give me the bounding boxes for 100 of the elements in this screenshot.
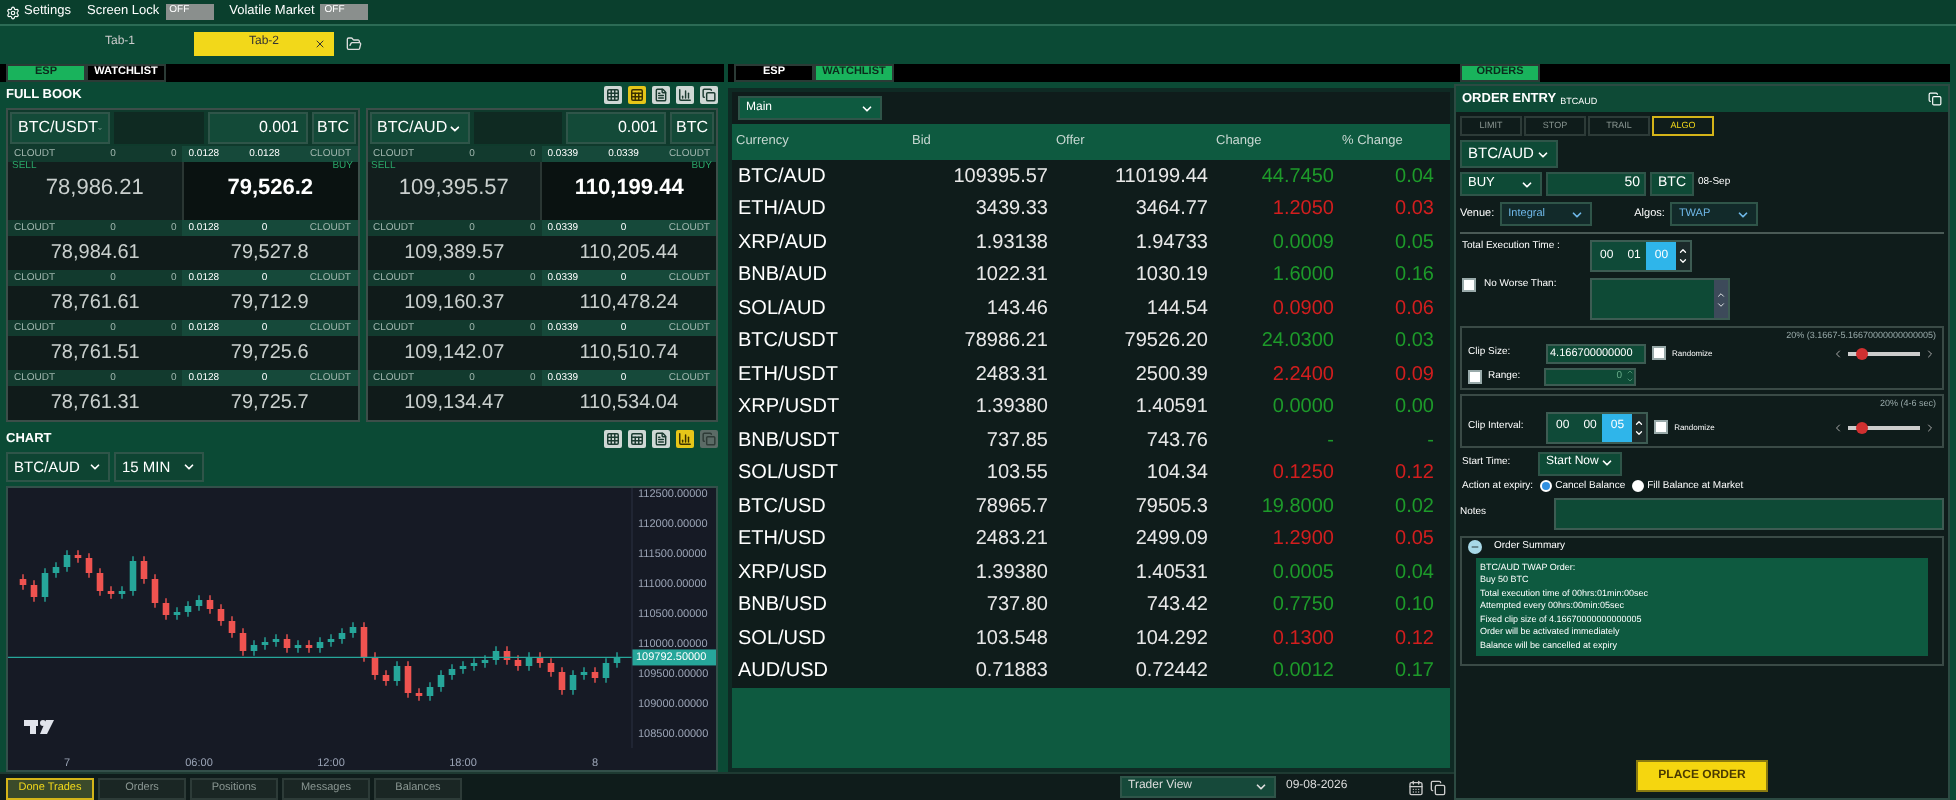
table-cell-text: 103.55 (984, 460, 1050, 489)
watchlist-row[interactable]: SOL/USDT 103.55 104.34 0.1250 0.12 (732, 457, 1450, 490)
table-icon[interactable] (628, 430, 646, 448)
document-icon[interactable] (652, 86, 670, 104)
sell-price[interactable]: 109,134.47 (367, 388, 542, 418)
candlestick (448, 663, 456, 681)
buy-price[interactable]: 110,205.44 (541, 238, 716, 268)
watchlist-row[interactable]: XRP/USDT 1.39380 1.40591 0.0000 0.00 (732, 391, 1450, 424)
sell-price[interactable]: 78,761.31 (8, 388, 183, 418)
radio-button[interactable] (1631, 480, 1644, 493)
folder-icon[interactable] (346, 35, 362, 51)
candlestick (294, 639, 302, 654)
candlestick (426, 681, 434, 702)
table-cell-text: 2483.21 (973, 526, 1050, 555)
document-icon[interactable] (652, 430, 670, 448)
candlestick (118, 585, 126, 600)
watchlist-row[interactable]: SOL/USD 103.548 104.292 0.1300 0.12 (732, 622, 1450, 655)
buy-price[interactable]: 110,534.04 (541, 388, 716, 418)
watchlist-row[interactable]: XRP/AUD 1.93138 1.94733 0.0009 0.05 (732, 226, 1450, 259)
table-cell-text: 0.04 (1393, 559, 1436, 588)
price-field[interactable] (1590, 278, 1730, 320)
checkbox[interactable] (1654, 420, 1669, 434)
table-cell-text: BNB/AUD (736, 262, 829, 291)
watchlist-row[interactable]: AUD/USD 0.71883 0.72442 0.0012 0.17 (732, 655, 1450, 688)
watchlist-row[interactable]: ETH/USDT 2483.31 2500.39 2.2400 0.09 (732, 358, 1450, 391)
watchlist-row[interactable]: BTC/USD 78965.7 79505.3 19.8000 0.02 (732, 490, 1450, 523)
slider-thumb[interactable] (1856, 421, 1869, 433)
table-cell-text: XRP/USDT (736, 394, 842, 423)
sell-price[interactable]: 78,761.51 (8, 338, 183, 368)
slider-thumb[interactable] (1856, 347, 1869, 360)
candlestick (107, 585, 115, 600)
decrease-icon[interactable] (1832, 347, 1844, 360)
checkbox[interactable] (1462, 278, 1476, 292)
candlestick (415, 687, 423, 702)
table-cell-text: AUD/USD (736, 658, 831, 687)
buy-price[interactable]: 79,725.7 (182, 388, 357, 418)
candlestick (492, 645, 500, 666)
buy-price[interactable]: 110,478.24 (541, 288, 716, 318)
candlestick (459, 660, 467, 675)
pair-select[interactable]: BTC/USDT (10, 112, 110, 144)
notes-field[interactable] (1554, 498, 1944, 530)
watchlist-row[interactable]: BNB/USDT 737.85 743.76 - - (732, 424, 1450, 457)
table-cell-text: 0.05 (1393, 229, 1436, 258)
table-cell-text: 0.10 (1393, 592, 1436, 621)
table-icon[interactable] (628, 86, 646, 104)
sell-price[interactable]: 109,160.37 (367, 288, 542, 318)
candlestick (261, 636, 269, 651)
candlestick (151, 573, 159, 609)
bar-chart-icon[interactable] (676, 86, 694, 104)
windows-icon[interactable] (1928, 92, 1942, 106)
table-cell-text: 1.40591 (1133, 394, 1210, 423)
watchlist-row[interactable]: BNB/AUD 1022.31 1030.19 1.6000 0.16 (732, 259, 1450, 292)
candlestick (41, 567, 49, 603)
table-cell-text: 44.7450 (1259, 163, 1336, 192)
watchlist-row[interactable]: ETH/USD 2483.21 2499.09 1.2900 0.05 (732, 523, 1450, 556)
decrease-icon[interactable] (1832, 421, 1844, 433)
quantity-field[interactable]: 0.001 (566, 112, 666, 144)
calendar-icon[interactable] (1408, 779, 1424, 795)
buy-price[interactable]: 110,510.74 (541, 338, 716, 368)
pair-select[interactable]: BTC/AUD (369, 112, 469, 144)
blank-field (473, 112, 562, 144)
table-cell-text: BNB/USDT (736, 427, 842, 456)
windows-icon[interactable] (1430, 779, 1446, 795)
sell-price[interactable]: 78,984.61 (8, 238, 183, 268)
watchlist-row[interactable]: ETH/AUD 3439.33 3464.77 1.2050 0.03 (732, 193, 1450, 226)
checkbox[interactable] (1652, 346, 1666, 361)
quantity-field[interactable]: 0.001 (207, 112, 307, 144)
bar-chart-icon[interactable] (676, 430, 694, 448)
slider-track[interactable] (1848, 351, 1920, 356)
table-cell-text: ETH/USD (736, 526, 828, 555)
candlestick (74, 549, 82, 564)
checkbox[interactable] (1468, 369, 1482, 384)
watchlist-row[interactable]: BNB/USD 737.80 743.42 0.7750 0.10 (732, 589, 1450, 622)
watchlist-row[interactable]: BTC/USDT 78986.21 79526.20 24.0300 0.03 (732, 325, 1450, 358)
grid-icon[interactable] (604, 86, 622, 104)
close-icon[interactable] (314, 37, 326, 49)
increase-icon[interactable] (1924, 347, 1936, 360)
table-cell-text: 3439.33 (973, 196, 1050, 225)
candlestick (239, 627, 247, 657)
table-cell-text: SOL/USD (736, 625, 828, 654)
table-cell-text: 144.54 (1144, 295, 1210, 324)
table-cell-text: ETH/USDT (736, 361, 840, 390)
sell-price[interactable]: 109,389.57 (367, 238, 542, 268)
watchlist-row[interactable]: XRP/USD 1.39380 1.40531 0.0005 0.04 (732, 556, 1450, 589)
sell-price[interactable]: 78,761.61 (8, 288, 183, 318)
candlestick (173, 606, 181, 621)
collapse-icon[interactable] (1468, 540, 1482, 555)
candlestick (525, 651, 533, 672)
buy-price[interactable]: 79,527.8 (182, 238, 357, 268)
watchlist-row[interactable]: BTC/AUD 109395.57 110199.44 44.7450 0.04 (732, 160, 1450, 193)
sell-price[interactable]: 109,142.07 (367, 338, 542, 368)
grid-icon[interactable] (604, 430, 622, 448)
candlestick (129, 555, 137, 597)
radio-button[interactable] (1539, 480, 1552, 493)
buy-price[interactable]: 79,712.9 (182, 288, 357, 318)
increase-icon[interactable] (1924, 421, 1936, 433)
watchlist-row[interactable]: SOL/AUD 143.46 144.54 0.0900 0.06 (732, 292, 1450, 325)
candlestick (272, 633, 280, 648)
buy-price[interactable]: 79,725.6 (182, 338, 357, 368)
windows-icon[interactable] (700, 86, 718, 104)
